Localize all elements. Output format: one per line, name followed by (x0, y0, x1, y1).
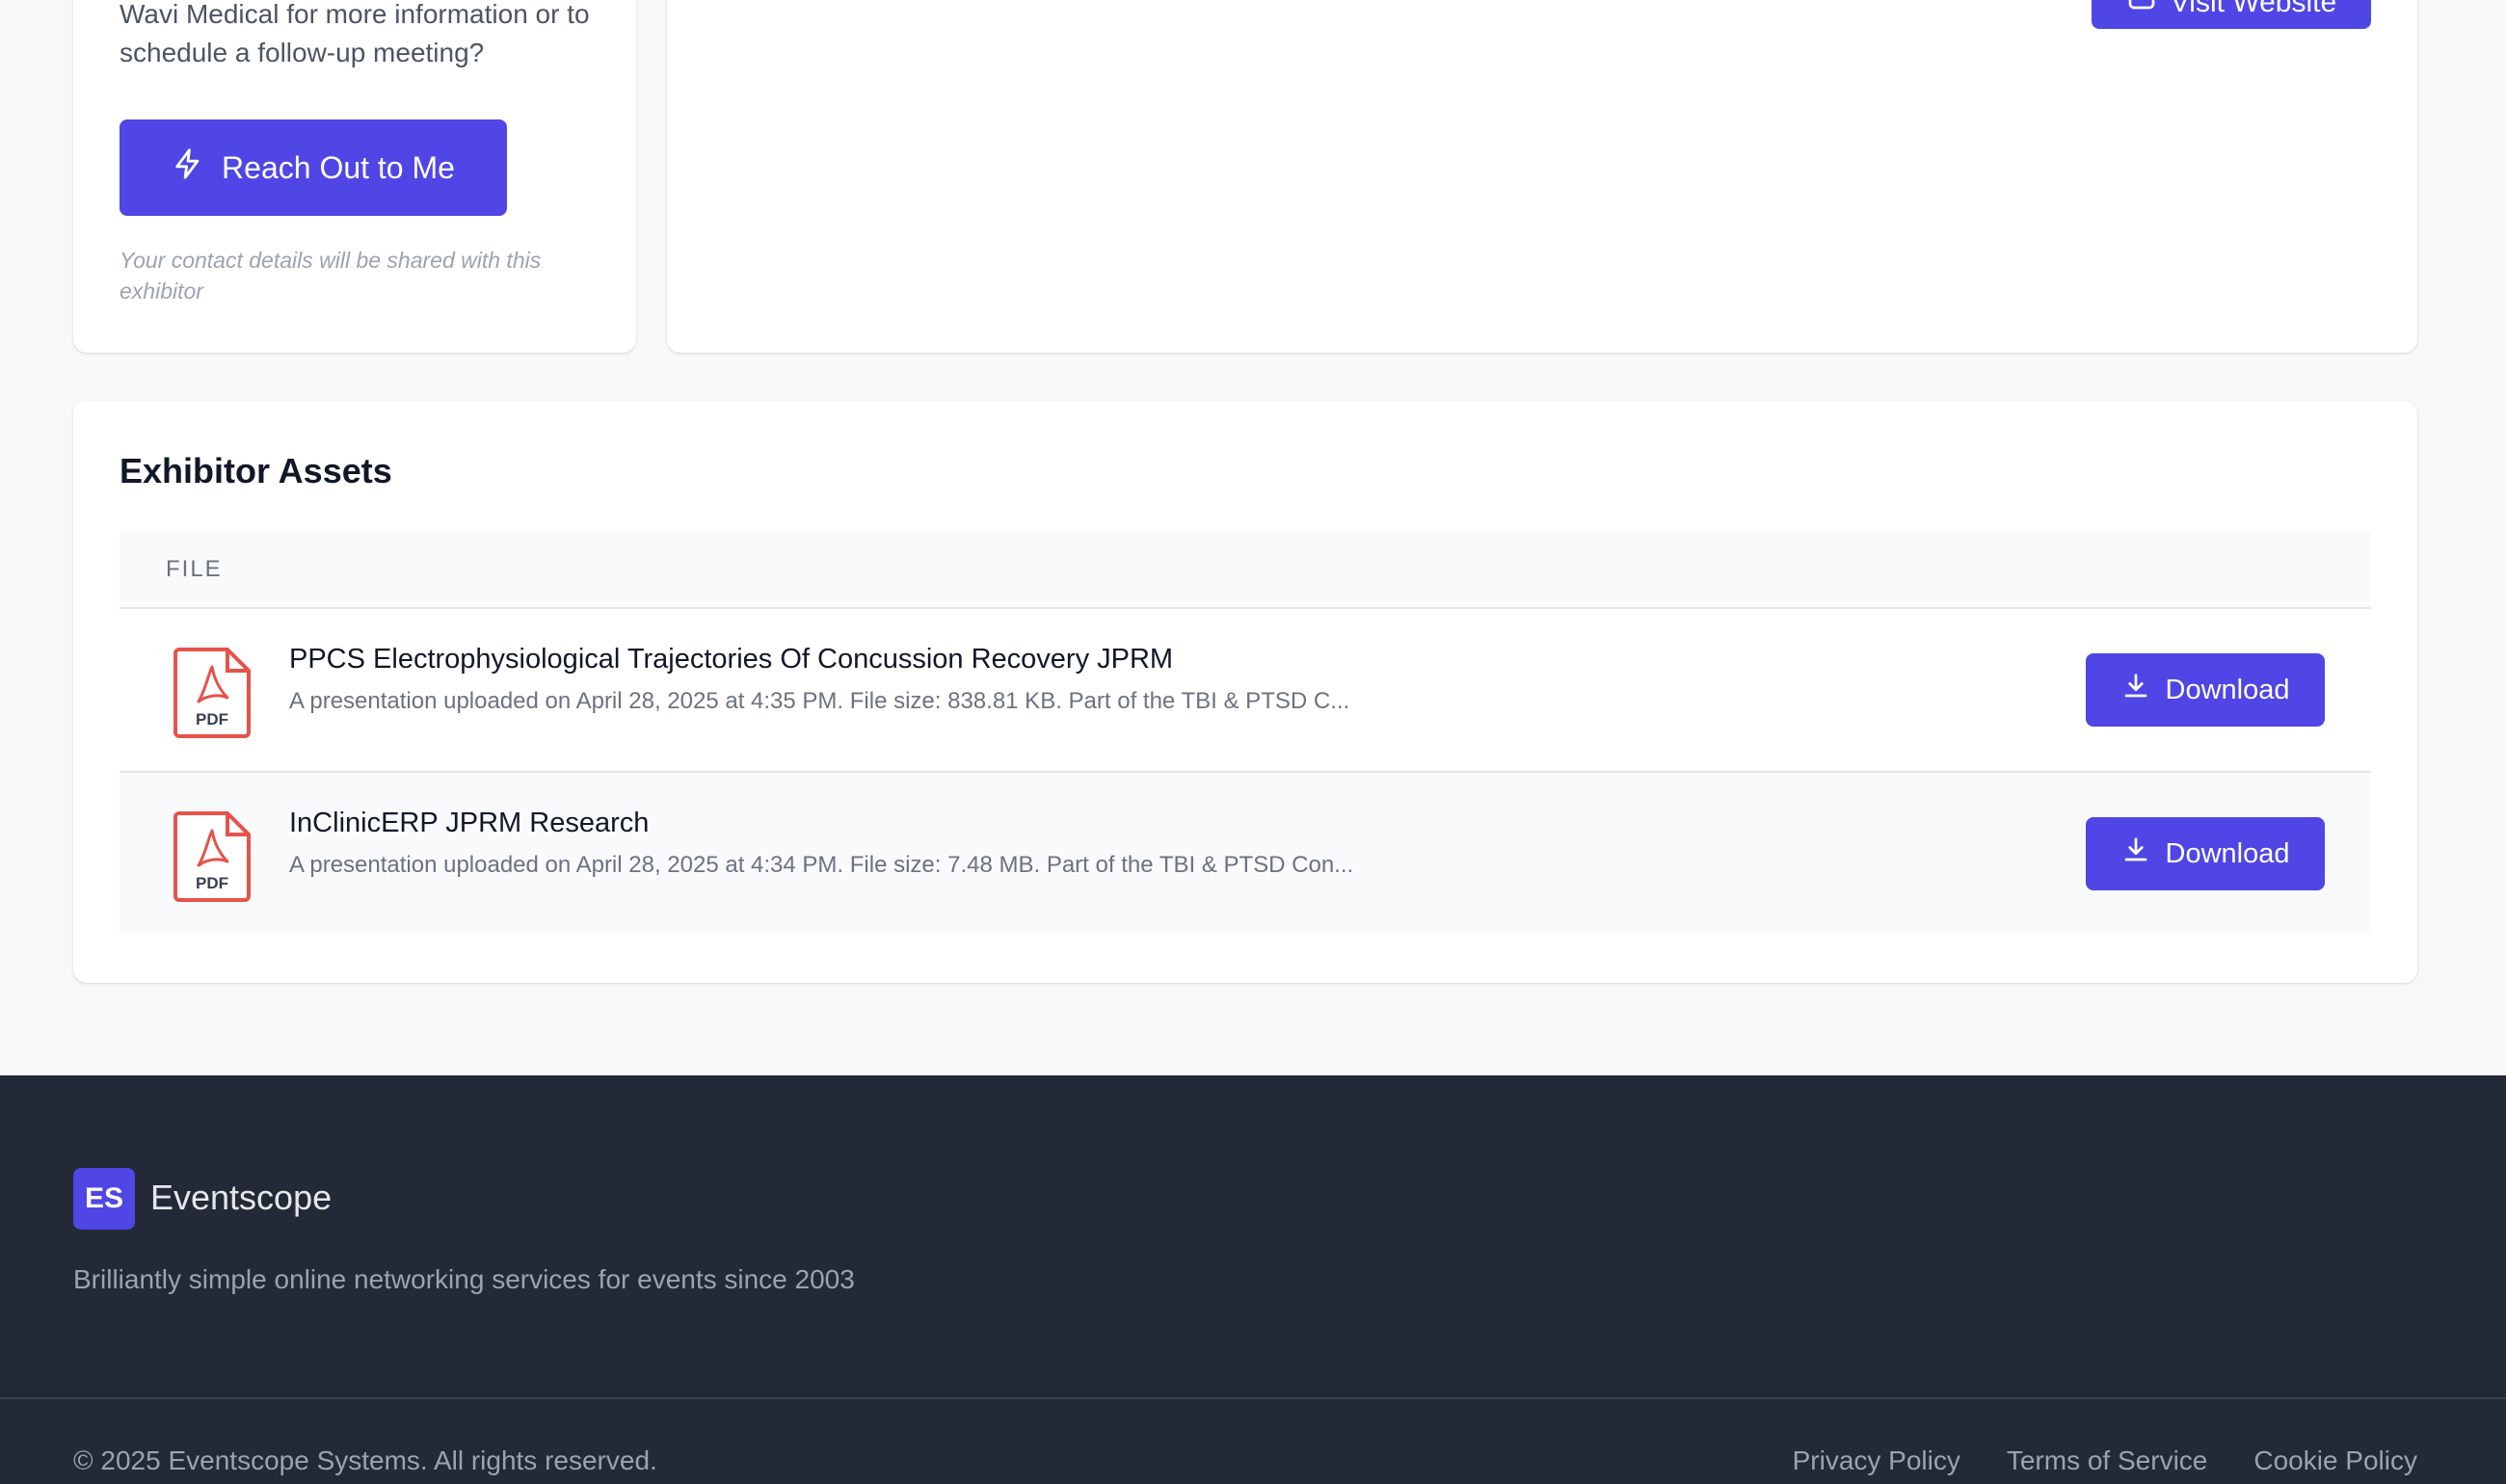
reach-out-button-label: Reach Out to Me (222, 149, 455, 185)
section-title: Exhibitor Assets (120, 451, 392, 490)
contact-privacy-note: Your contact details will be shared with… (120, 248, 542, 304)
asset-title: PPCS Electrophysiological Trajectories O… (289, 644, 1174, 675)
exhibitor-about-card: Visit Website (667, 0, 2417, 353)
download-button[interactable]: Download (2086, 817, 2325, 890)
brand-logo: ES (73, 1168, 135, 1230)
contact-card: Wavi Medical for more information or to … (73, 0, 636, 353)
footer-divider (0, 1397, 2506, 1399)
asset-description: A presentation uploaded on April 28, 202… (289, 852, 1354, 878)
copyright-text: © 2025 Eventscope Systems. All rights re… (73, 1445, 657, 1475)
reach-out-button[interactable]: Reach Out to Me (120, 119, 507, 216)
pdf-file-icon: PDF (172, 809, 253, 904)
table-row: PDF InClinicERP JPRM Research A presenta… (120, 773, 2371, 935)
svg-text:PDF: PDF (196, 874, 228, 892)
brand-tagline: Brilliantly simple online networking ser… (73, 1264, 855, 1294)
site-footer: ES Eventscope Brilliantly simple online … (0, 1075, 2506, 1484)
footer-links: Privacy Policy Terms of Service Cookie P… (1793, 1445, 2417, 1476)
terms-of-service-link[interactable]: Terms of Service (2007, 1445, 2208, 1476)
assets-table: FILE PDF PPCS Electrophysiological Traje… (120, 532, 2371, 935)
contact-prompt-text: Wavi Medical for more information or to … (120, 0, 590, 67)
svg-text:PDF: PDF (196, 710, 228, 729)
visit-website-button[interactable]: Visit Website (2092, 0, 2371, 29)
visit-website-button-label: Visit Website (2170, 0, 2337, 18)
pdf-file-icon: PDF (172, 646, 253, 740)
download-button-label: Download (2165, 674, 2290, 705)
privacy-policy-link[interactable]: Privacy Policy (1793, 1445, 1960, 1476)
download-icon (2121, 835, 2150, 872)
lightning-icon (172, 147, 204, 188)
asset-title: InClinicERP JPRM Research (289, 808, 650, 838)
download-button[interactable]: Download (2086, 653, 2325, 727)
cookie-policy-link[interactable]: Cookie Policy (2253, 1445, 2417, 1476)
download-icon (2121, 672, 2150, 708)
exhibitor-assets-card: Exhibitor Assets FILE PDF PPCS Electroph… (73, 401, 2417, 983)
external-link-icon (2126, 0, 2157, 19)
table-row: PDF PPCS Electrophysiological Trajectori… (120, 609, 2371, 773)
table-header-file: FILE (120, 532, 2371, 609)
brand-name: Eventscope (150, 1178, 333, 1217)
download-button-label: Download (2165, 837, 2290, 869)
asset-description: A presentation uploaded on April 28, 202… (289, 688, 1350, 714)
